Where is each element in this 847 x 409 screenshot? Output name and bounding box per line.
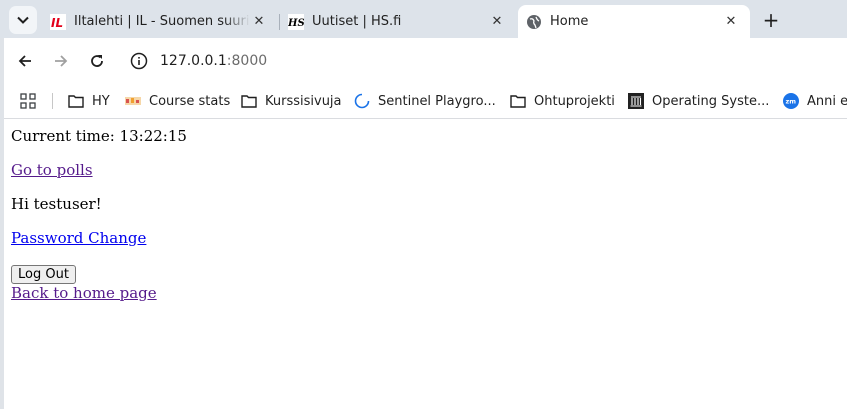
tab-iltalehti[interactable]: IL Iltalehti | IL - Suomen suuri ✕ bbox=[42, 5, 278, 38]
bookmark-label: Anni et bbox=[807, 93, 847, 109]
new-tab-button[interactable]: + bbox=[758, 8, 784, 32]
bookmarks-bar: HY Course stats Kurssisivuja Sentinel Pl… bbox=[4, 84, 847, 119]
address-bar[interactable]: 127.0.0.1:8000 bbox=[126, 45, 841, 77]
logout-button[interactable]: Log Out bbox=[11, 265, 76, 284]
iltalehti-icon: IL bbox=[50, 13, 66, 30]
tab-title: Home bbox=[550, 14, 589, 29]
bookmarks-separator bbox=[52, 93, 53, 109]
url-port: :8000 bbox=[226, 53, 268, 69]
hs-icon: HS bbox=[288, 13, 304, 30]
loading-icon bbox=[354, 93, 370, 109]
close-icon[interactable]: ✕ bbox=[250, 13, 268, 31]
building-icon bbox=[628, 93, 644, 109]
back-button[interactable] bbox=[12, 48, 38, 74]
bookmark-ohtuprojekti[interactable]: Ohtuprojekti bbox=[510, 91, 615, 111]
tab-strip: IL Iltalehti | IL - Suomen suuri ✕ HS Uu… bbox=[0, 0, 847, 38]
bookmark-label: Kurssisivuja bbox=[265, 93, 342, 109]
tab-search-button[interactable] bbox=[9, 6, 37, 34]
apps-button[interactable] bbox=[20, 91, 36, 111]
reload-button[interactable] bbox=[84, 48, 110, 74]
forward-button[interactable] bbox=[48, 48, 74, 74]
svg-text:zm: zm bbox=[786, 98, 797, 106]
toolbar: 127.0.0.1:8000 bbox=[4, 38, 847, 84]
apps-grid-icon bbox=[20, 93, 36, 109]
greeting: Hi testuser! bbox=[11, 195, 102, 213]
reload-icon bbox=[91, 55, 103, 67]
url-host: 127.0.0.1 bbox=[160, 53, 227, 69]
folder-icon bbox=[68, 93, 84, 109]
back-home-link[interactable]: Back to home page bbox=[11, 284, 157, 302]
bookmark-label: Operating Syste... bbox=[652, 93, 770, 109]
course-stats-icon bbox=[125, 93, 141, 109]
bookmark-course-stats[interactable]: Course stats bbox=[125, 91, 230, 111]
password-change-link[interactable]: Password Change bbox=[11, 229, 146, 247]
site-info-icon[interactable] bbox=[130, 52, 148, 70]
bookmark-label: Course stats bbox=[149, 93, 231, 109]
bookmark-hy[interactable]: HY bbox=[68, 91, 110, 111]
chevron-down-icon bbox=[17, 16, 29, 24]
tab-title: Iltalehti | IL - Suomen suuri bbox=[74, 14, 250, 29]
bookmark-operating-systems[interactable]: Operating Syste... bbox=[628, 91, 769, 111]
bookmark-label: Sentinel Playgro... bbox=[378, 93, 496, 109]
tab-home[interactable]: Home ✕ bbox=[518, 5, 750, 38]
bookmark-sentinel[interactable]: Sentinel Playgro... bbox=[354, 91, 496, 111]
close-icon[interactable]: ✕ bbox=[722, 13, 740, 31]
page-content: Current time: 13:22:15 Go to polls Hi te… bbox=[11, 119, 841, 409]
svg-text:IL: IL bbox=[51, 16, 63, 30]
bookmark-kurssisivuja[interactable]: Kurssisivuja bbox=[241, 91, 342, 111]
tab-title: Uutiset | HS.fi bbox=[312, 14, 402, 29]
bookmark-label: HY bbox=[92, 93, 110, 109]
svg-text:HS: HS bbox=[288, 18, 304, 29]
arrow-left-icon bbox=[18, 55, 31, 67]
zm-icon: zm bbox=[783, 93, 799, 109]
arrow-right-icon bbox=[55, 55, 68, 67]
polls-link[interactable]: Go to polls bbox=[11, 161, 93, 179]
current-time: Current time: 13:22:15 bbox=[11, 127, 187, 145]
bookmark-label: Ohtuprojekti bbox=[534, 93, 615, 109]
tab-hs[interactable]: HS Uutiset | HS.fi ✕ bbox=[280, 5, 516, 38]
folder-icon bbox=[241, 93, 257, 109]
folder-icon bbox=[510, 93, 526, 109]
close-icon[interactable]: ✕ bbox=[488, 13, 506, 31]
bookmark-anni[interactable]: zm Anni et bbox=[783, 91, 847, 111]
globe-icon bbox=[526, 14, 542, 30]
